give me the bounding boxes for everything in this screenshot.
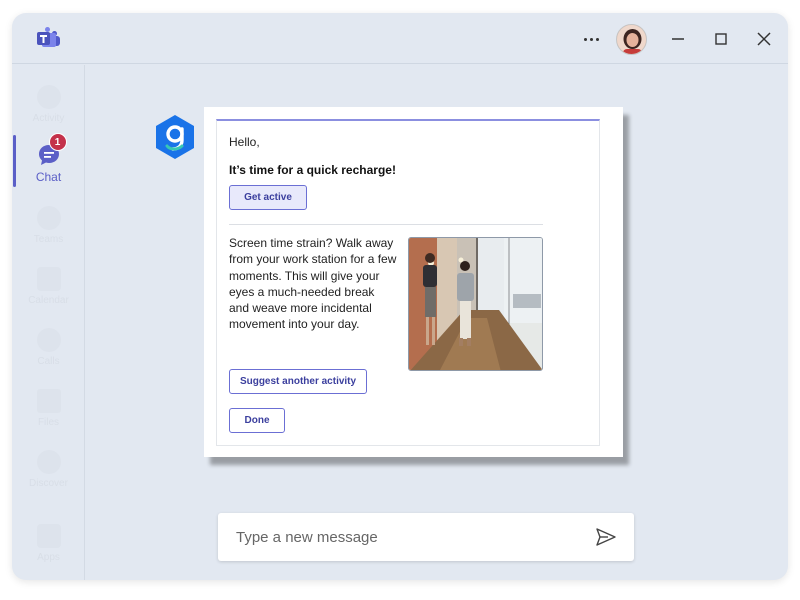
title-bar [12, 13, 788, 64]
rail-item-label: Apps [37, 552, 60, 563]
calendar-icon [36, 267, 61, 291]
rail-item-files[interactable]: Files [12, 381, 85, 437]
rail-item-activity[interactable]: Activity [12, 77, 85, 133]
avatar[interactable] [616, 24, 647, 55]
done-button[interactable]: Done [229, 408, 285, 433]
suggest-another-activity-button[interactable]: Suggest another activity [229, 369, 367, 394]
message-input[interactable] [218, 513, 588, 561]
rail-item-label: Chat [35, 170, 62, 184]
adaptive-card: Hello, It’s time for a quick recharge! G… [216, 119, 600, 446]
card-body-text: Screen time strain? Walk away from your … [229, 236, 397, 332]
phone-icon [36, 328, 61, 352]
rail-item-calendar[interactable]: Calendar [12, 259, 85, 315]
bell-icon [36, 85, 61, 109]
teams-icon [36, 206, 61, 230]
teams-logo-icon [37, 27, 60, 47]
unread-badge: 1 [48, 133, 67, 151]
office-walk-photo [408, 237, 543, 371]
send-icon[interactable] [595, 527, 617, 547]
card-greeting: Hello, [229, 135, 260, 149]
minimize-icon[interactable] [666, 27, 690, 51]
rail-item-teams[interactable]: Teams [12, 198, 85, 254]
rail-item-label: Files [37, 417, 60, 428]
more-options-icon[interactable] [579, 28, 603, 50]
rail-item-label: Calls [37, 356, 60, 367]
close-icon[interactable] [752, 27, 776, 51]
rail-item-calls[interactable]: Calls [12, 320, 85, 376]
card-headline: It’s time for a quick recharge! [229, 163, 396, 177]
compose-box [218, 513, 634, 561]
apps-icon [36, 524, 61, 548]
bot-avatar-icon [156, 115, 194, 159]
teams-window: Activity 1 Chat Teams Calendar Calls Fil… [12, 13, 788, 580]
rail-item-label: Calendar [28, 295, 69, 306]
message-card: Hello, It’s time for a quick recharge! G… [204, 107, 623, 457]
file-icon [36, 389, 61, 413]
rail-item-discover[interactable]: Discover [12, 442, 85, 498]
rail-item-label: Activity [32, 113, 65, 124]
maximize-icon[interactable] [709, 27, 733, 51]
rail-item-label: Teams [33, 234, 64, 245]
compass-icon [36, 450, 61, 474]
card-divider [229, 224, 543, 225]
rail-item-chat[interactable]: 1 Chat [12, 133, 85, 191]
app-rail: Activity 1 Chat Teams Calendar Calls Fil… [12, 65, 85, 580]
get-active-button[interactable]: Get active [229, 185, 307, 210]
rail-item-apps[interactable]: Apps [12, 516, 85, 572]
rail-item-label: Discover [29, 478, 68, 489]
